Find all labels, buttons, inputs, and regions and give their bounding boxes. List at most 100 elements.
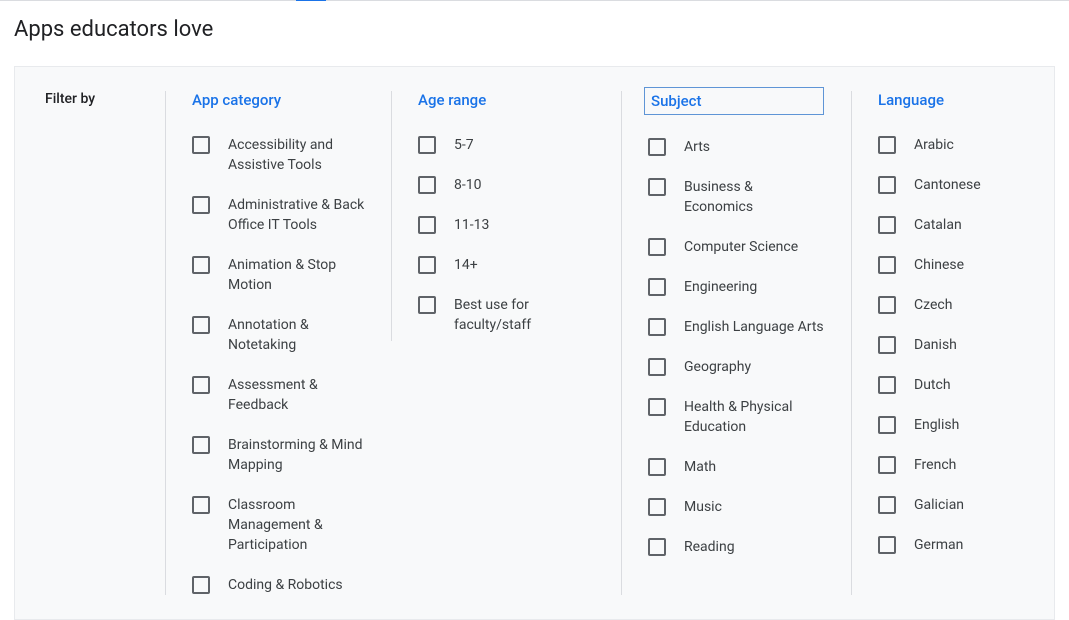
filter-option-label: Annotation & Notetaking [228,315,365,355]
filter-option-label: Animation & Stop Motion [228,255,365,295]
subject-options: Arts Business & Economics Computer Science… [648,137,825,557]
filter-option[interactable]: English Language Arts [648,317,825,337]
filter-option[interactable]: Cantonese [878,175,1035,195]
checkbox-icon[interactable] [878,256,896,274]
filter-option-label: Geography [684,357,751,377]
checkbox-icon[interactable] [192,196,210,214]
filter-option[interactable]: Health & Physical Education [648,397,825,437]
filter-option[interactable]: Reading [648,537,825,557]
filter-column-app-category: App category Accessibility and Assistive… [165,91,391,595]
checkbox-icon[interactable] [648,458,666,476]
filter-option-label: Best use for faculty/staff [454,295,595,335]
checkbox-icon[interactable] [192,436,210,454]
filter-option-label: Health & Physical Education [684,397,825,437]
filter-option[interactable]: German [878,535,1035,555]
checkbox-icon[interactable] [878,376,896,394]
filter-option-label: Reading [684,537,735,557]
checkbox-icon[interactable] [878,536,896,554]
checkbox-icon[interactable] [878,176,896,194]
app-category-options: Accessibility and Assistive Tools Adminis… [192,135,365,595]
filter-option[interactable]: Math [648,457,825,477]
filter-option[interactable]: Animation & Stop Motion [192,255,365,295]
checkbox-icon[interactable] [418,136,436,154]
checkbox-icon[interactable] [192,316,210,334]
filter-option-label: Engineering [684,277,757,297]
filter-option[interactable]: Administrative & Back Office IT Tools [192,195,365,235]
language-options: Arabic Cantonese Catalan Chinese Czech Danish… [878,135,1035,555]
checkbox-icon[interactable] [878,456,896,474]
checkbox-icon[interactable] [648,278,666,296]
filter-option[interactable]: French [878,455,1035,475]
checkbox-icon[interactable] [648,498,666,516]
filter-column-language: Language Arabic Cantonese Catalan Chinese Cz… [851,91,1061,595]
checkbox-icon[interactable] [878,136,896,154]
checkbox-icon[interactable] [648,238,666,256]
checkbox-icon[interactable] [648,538,666,556]
filter-option[interactable]: 5-7 [418,135,595,155]
filter-option[interactable]: Music [648,497,825,517]
filter-option[interactable]: Accessibility and Assistive Tools [192,135,365,175]
filter-option[interactable]: 14+ [418,255,595,275]
top-divider [0,0,1069,1]
checkbox-icon[interactable] [878,416,896,434]
filter-option-label: Arts [684,137,710,157]
filter-option[interactable]: Arts [648,137,825,157]
checkbox-icon[interactable] [192,496,210,514]
filter-option[interactable]: Business & Economics [648,177,825,217]
filter-option-label: English [914,415,959,435]
checkbox-icon[interactable] [418,176,436,194]
filter-option[interactable]: Galician [878,495,1035,515]
filter-panel: Filter by App category Accessibility and… [14,66,1055,620]
checkbox-icon[interactable] [648,398,666,416]
filter-option[interactable]: Geography [648,357,825,377]
filter-option[interactable]: English [878,415,1035,435]
checkbox-icon[interactable] [878,296,896,314]
filter-option[interactable]: Chinese [878,255,1035,275]
filter-option[interactable]: Engineering [648,277,825,297]
age-range-options: 5-7 8-10 11-13 14+ Best use for faculty/staf… [418,135,595,335]
filter-option-label: Assessment & Feedback [228,375,365,415]
checkbox-icon[interactable] [648,318,666,336]
filter-option-label: German [914,535,963,555]
filter-option-label: Accessibility and Assistive Tools [228,135,365,175]
filter-option[interactable]: Annotation & Notetaking [192,315,365,355]
filter-option[interactable]: Danish [878,335,1035,355]
filter-option[interactable]: Best use for faculty/staff [418,295,595,335]
filter-option[interactable]: Computer Science [648,237,825,257]
checkbox-icon[interactable] [648,178,666,196]
filter-option[interactable]: Arabic [878,135,1035,155]
filter-option-label: Coding & Robotics [228,575,343,595]
checkbox-icon[interactable] [192,576,210,594]
filter-column-age-range: Age range 5-78-1011-1314+Best use for fa… [391,91,621,341]
subject-header[interactable]: Subject [644,87,824,115]
checkbox-icon[interactable] [418,256,436,274]
checkbox-icon[interactable] [648,358,666,376]
checkbox-icon[interactable] [418,216,436,234]
filter-option[interactable]: Dutch [878,375,1035,395]
filter-option[interactable]: Coding & Robotics [192,575,365,595]
checkbox-icon[interactable] [418,296,436,314]
filter-column-subject: Subject ArtsBusiness & EconomicsComputer… [621,91,851,595]
filter-option-label: 5-7 [454,135,474,155]
filter-option-label: English Language Arts [684,317,824,337]
filter-option[interactable]: Assessment & Feedback [192,375,365,415]
checkbox-icon[interactable] [192,376,210,394]
filter-by-column: Filter by [15,91,165,595]
checkbox-icon[interactable] [878,336,896,354]
checkbox-icon[interactable] [878,496,896,514]
filter-option-label: Brainstorming & Mind Mapping [228,435,365,475]
filter-option[interactable]: 8-10 [418,175,595,195]
language-header: Language [878,91,1035,109]
filter-option-label: Music [684,497,722,517]
checkbox-icon[interactable] [192,136,210,154]
checkbox-icon[interactable] [192,256,210,274]
filter-option-label: French [914,455,956,475]
filter-option[interactable]: Catalan [878,215,1035,235]
filter-option-label: 14+ [454,255,478,275]
checkbox-icon[interactable] [878,216,896,234]
filter-option[interactable]: 11-13 [418,215,595,235]
checkbox-icon[interactable] [648,138,666,156]
filter-option[interactable]: Brainstorming & Mind Mapping [192,435,365,475]
filter-option[interactable]: Czech [878,295,1035,315]
filter-option[interactable]: Classroom Management & Participation [192,495,365,555]
